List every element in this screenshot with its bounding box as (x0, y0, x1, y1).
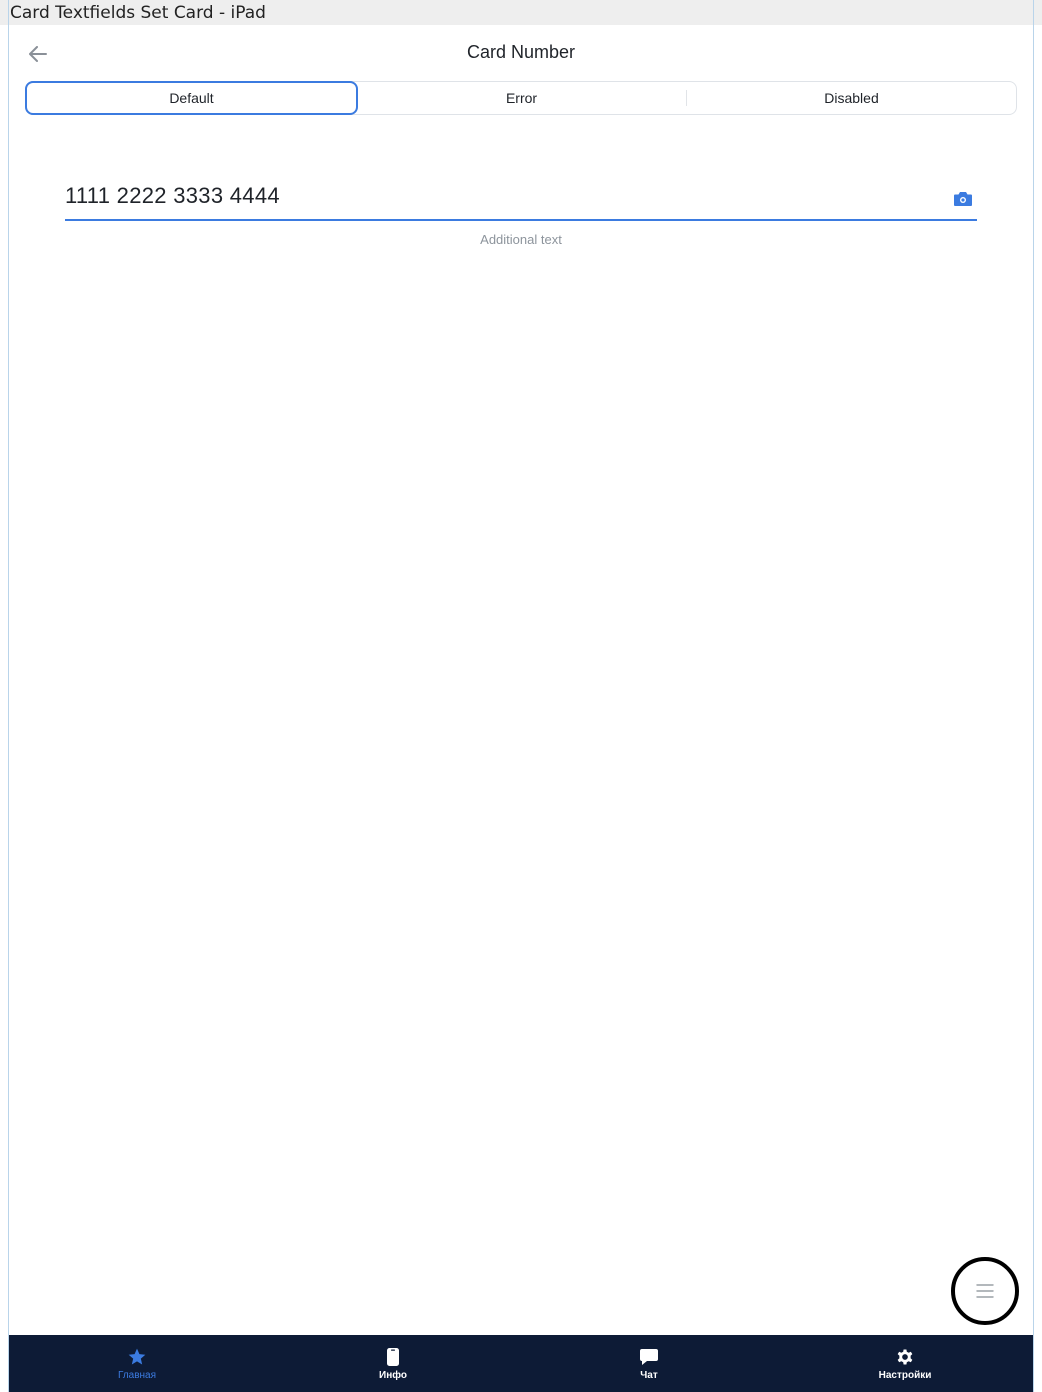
tab-label: Инфо (379, 1370, 407, 1381)
menu-fab-button[interactable] (951, 1257, 1019, 1325)
chat-bubble-icon (638, 1346, 660, 1368)
tab-info[interactable]: Инфо (265, 1335, 521, 1392)
segment-error[interactable]: Error (357, 82, 686, 114)
segment-disabled[interactable]: Disabled (687, 82, 1016, 114)
helper-text: Additional text (480, 232, 562, 247)
page-title: Card Number (466, 42, 576, 62)
tab-label: Чат (640, 1370, 658, 1381)
gear-icon (894, 1346, 916, 1368)
card-number-input[interactable] (65, 183, 925, 209)
segment-label: Error (505, 90, 538, 106)
camera-icon (954, 192, 972, 206)
tab-label: Главная (117, 1370, 157, 1381)
scan-card-button[interactable] (953, 191, 975, 209)
segment-default[interactable]: Default (25, 81, 358, 115)
segment-label: Disabled (824, 90, 879, 106)
star-icon (126, 1346, 148, 1368)
tab-label: Настройки (878, 1370, 932, 1381)
card-number-field (65, 175, 977, 221)
tab-home[interactable]: Главная (9, 1335, 265, 1392)
tab-chat[interactable]: Чат (521, 1335, 777, 1392)
phone-icon (382, 1346, 404, 1368)
ipad-frame: Card Number Default Error Disabled 1111 … (8, 0, 1034, 1392)
state-segmented-control: Default Error Disabled (25, 81, 1017, 115)
tab-settings[interactable]: Настройки (777, 1335, 1033, 1392)
segment-label: Default (169, 90, 214, 106)
menu-icon (976, 1284, 994, 1298)
bottom-tab-bar: Главная Инфо Чат Настройки (9, 1335, 1033, 1392)
screen: Card Number Default Error Disabled 1111 … (9, 25, 1033, 1392)
